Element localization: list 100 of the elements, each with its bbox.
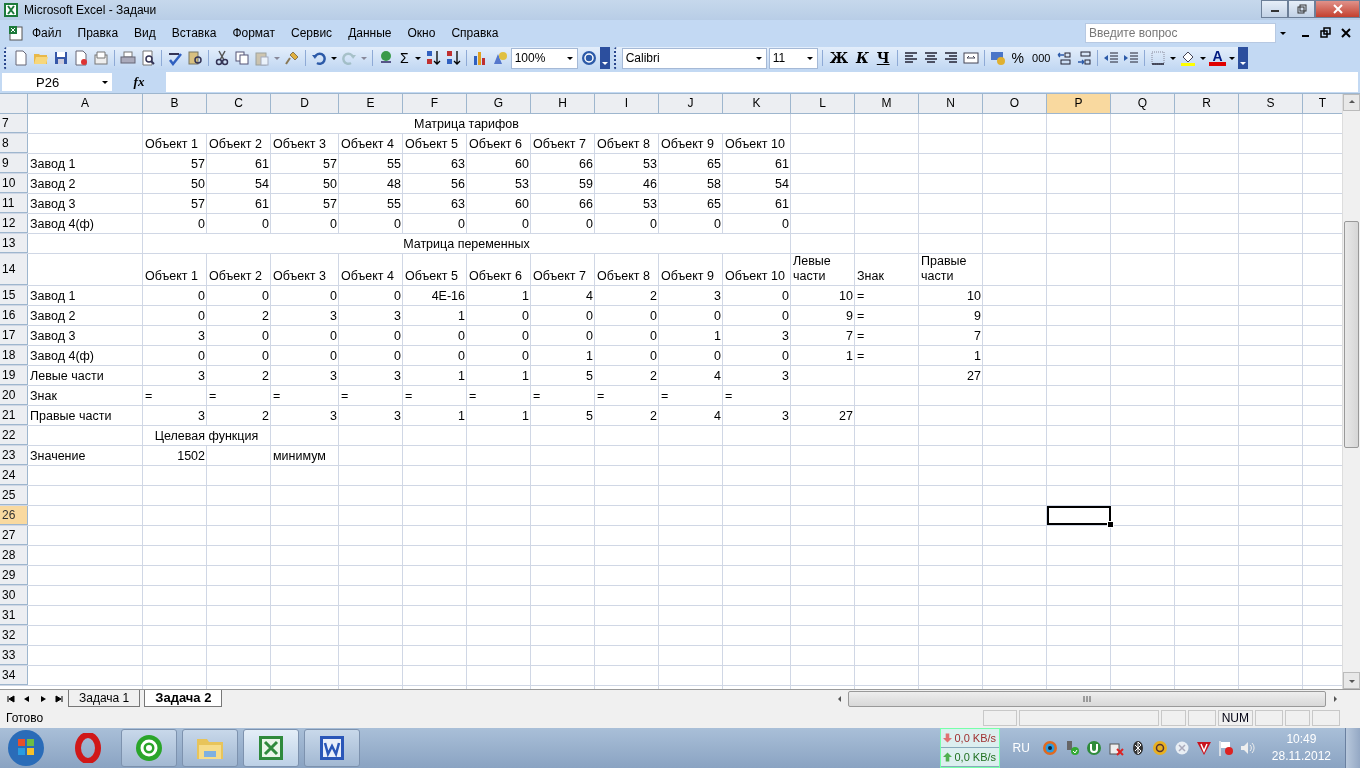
- table-cell-text: 1: [457, 367, 466, 385]
- menu-item[interactable]: Правка: [69, 25, 127, 40]
- table-cell-text: =: [660, 387, 670, 405]
- column-header[interactable]: K: [723, 93, 791, 114]
- table-cell-text: 1: [521, 367, 530, 385]
- table-cell-text: Завод 3: [29, 195, 77, 213]
- table-cell-text: =: [144, 387, 154, 405]
- table-cell-text: 4: [713, 367, 722, 385]
- column-header[interactable]: B: [143, 93, 207, 114]
- table-cell-text: =: [532, 387, 542, 405]
- table-cell-text: Объект 3: [272, 135, 327, 153]
- sheet-tab[interactable]: Задача 2: [144, 690, 223, 708]
- column-header[interactable]: T: [1303, 93, 1342, 114]
- autosum-button[interactable]: Σ: [397, 50, 412, 67]
- clock-date: 28.11.2012: [1271, 749, 1331, 764]
- table-cell-text: Объект 7: [532, 267, 587, 285]
- table-cell-text: 46: [642, 175, 658, 193]
- table-cell-text: 3: [197, 327, 206, 345]
- menu-item[interactable]: Справка: [443, 25, 507, 40]
- table-cell-text: Объект 4: [340, 267, 395, 285]
- table-cell-text: 65: [706, 155, 722, 173]
- column-header[interactable]: D: [271, 93, 339, 114]
- table-cell-text: 10: [966, 287, 982, 305]
- column-header[interactable]: G: [467, 93, 531, 114]
- table-cell-text: 0: [585, 215, 594, 233]
- menu-item[interactable]: Данные: [340, 25, 400, 40]
- table-cell-text: 0: [261, 347, 270, 365]
- table-cell-text: 0: [649, 215, 658, 233]
- sheet-tab[interactable]: Задача 1: [68, 690, 141, 708]
- bold-button[interactable]: Ж: [826, 50, 852, 67]
- table-cell-text: 56: [450, 175, 466, 193]
- table-cell-text: 0: [393, 347, 402, 365]
- table-cell-text: =: [208, 387, 218, 405]
- table-cell-text: Объект 2: [208, 267, 263, 285]
- table-cell-text: 0: [197, 215, 206, 233]
- table-cell-text: 0: [329, 287, 338, 305]
- table-cell-text: 0: [329, 215, 338, 233]
- table-cell-text: =: [596, 387, 606, 405]
- table-cell-text: 57: [322, 195, 338, 213]
- table-cell-text: 0: [585, 327, 594, 345]
- column-header[interactable]: E: [339, 93, 403, 114]
- table-cell-text: =: [272, 387, 282, 405]
- table-cell-text: 3: [197, 407, 206, 425]
- column-header[interactable]: C: [207, 93, 271, 114]
- menu-item[interactable]: Формат: [224, 25, 284, 40]
- table-cell-text: 3: [329, 307, 338, 325]
- table-cell-text: 50: [322, 175, 338, 193]
- table-cell-text: Левые части: [792, 253, 832, 285]
- menu-item[interactable]: Окно: [399, 25, 444, 40]
- menu-item[interactable]: Файл: [24, 25, 70, 40]
- table-cell-text: Объект 4: [340, 135, 395, 153]
- table-cell-text: 1: [973, 347, 982, 365]
- font-size-dropdown[interactable]: 11: [768, 47, 818, 69]
- column-header[interactable]: F: [403, 93, 467, 114]
- table-cell-text: 3: [197, 367, 206, 385]
- table-cell-text: 53: [642, 195, 658, 213]
- column-header[interactable]: J: [659, 93, 723, 114]
- help-search-field[interactable]: Введите вопрос: [1085, 22, 1276, 43]
- font-dropdown[interactable]: Calibri: [621, 47, 767, 69]
- column-header[interactable]: O: [983, 93, 1047, 114]
- column-header[interactable]: Q: [1111, 93, 1175, 114]
- table-cell-text: 50: [190, 175, 206, 193]
- italic-button[interactable]: К: [853, 50, 872, 67]
- table-cell-text: 3: [713, 287, 722, 305]
- table-cell-text: 60: [514, 155, 530, 173]
- menu-item[interactable]: Сервис: [283, 25, 341, 40]
- table-cell-text: Объект 5: [404, 267, 459, 285]
- table-cell-text: =: [856, 327, 866, 345]
- table-cell-text: 3: [781, 367, 790, 385]
- column-header[interactable]: M: [855, 93, 919, 114]
- table-cell-text: 1502: [176, 447, 206, 465]
- column-header[interactable]: R: [1175, 93, 1239, 114]
- menu-item[interactable]: Вид: [126, 25, 164, 40]
- column-header[interactable]: L: [791, 93, 855, 114]
- font-color-button[interactable]: A: [1209, 50, 1226, 67]
- table-cell-text: 2: [261, 407, 270, 425]
- table-cell-text: =: [856, 307, 866, 325]
- column-header[interactable]: A: [28, 93, 143, 114]
- insert-function-button[interactable]: fx: [112, 74, 166, 91]
- table-cell-text: Завод 2: [29, 307, 77, 325]
- zoom-dropdown[interactable]: 100%: [510, 47, 578, 69]
- column-header[interactable]: I: [595, 93, 659, 114]
- table-cell-text: 3: [393, 367, 402, 385]
- table-cell-text: Объект 8: [596, 135, 651, 153]
- table-cell-text: 61: [774, 155, 790, 173]
- column-header[interactable]: N: [919, 93, 983, 114]
- column-header[interactable]: S: [1239, 93, 1303, 114]
- percent-button[interactable]: %: [1008, 50, 1028, 67]
- thousands-separator-button[interactable]: 000: [1029, 52, 1054, 65]
- column-header[interactable]: P: [1047, 93, 1111, 114]
- name-box[interactable]: P26: [2, 73, 112, 92]
- row-header[interactable]: 14: [0, 253, 28, 285]
- table-cell-text: 54: [774, 175, 790, 193]
- table-cell-text: =: [856, 287, 866, 305]
- table-cell-text: 3: [393, 407, 402, 425]
- table-cell-text: 5: [585, 367, 594, 385]
- menu-item[interactable]: Вставка: [163, 25, 225, 40]
- table-cell-text: 53: [514, 175, 530, 193]
- column-header[interactable]: H: [531, 93, 595, 114]
- underline-button[interactable]: Ч: [873, 50, 893, 67]
